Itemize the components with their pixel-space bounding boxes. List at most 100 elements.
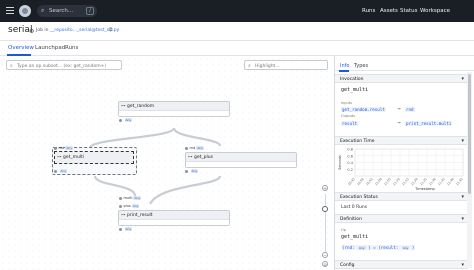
panel-scrollbar[interactable] bbox=[467, 72, 472, 268]
chart-y-tick-label: 0.8 bbox=[347, 148, 353, 152]
output-type-badge: Any bbox=[124, 118, 133, 122]
chart-x-tick-label: 11:15 bbox=[401, 177, 410, 186]
input-port-icon bbox=[119, 196, 122, 200]
op-output-get-multi[interactable]: Any bbox=[54, 169, 68, 174]
tab-overview[interactable]: Overview bbox=[8, 45, 34, 51]
outputs-label: Outputs bbox=[341, 114, 355, 118]
op-node-body bbox=[186, 161, 296, 167]
copy-icon[interactable]: ⧉ bbox=[109, 27, 113, 33]
arrow-right-icon: → bbox=[397, 121, 401, 126]
zoom-out-button[interactable]: − bbox=[322, 252, 328, 258]
chart-x-tick-label: 11:30 bbox=[428, 177, 437, 186]
job-prefix: Job in bbox=[36, 28, 49, 33]
job-icon: ⚙ bbox=[29, 28, 35, 35]
op-node-title: ⊶ get_multi bbox=[57, 155, 85, 160]
zoom-reset-button[interactable]: ⊙ bbox=[322, 261, 328, 267]
nav-link-runs[interactable]: Runs bbox=[362, 8, 375, 14]
output-port-icon bbox=[54, 169, 57, 173]
op-input-get-plus[interactable]: rnd Any bbox=[185, 146, 205, 151]
sidebar-panel: Info Types Invocation ▾ get_multi Inputs… bbox=[334, 56, 474, 270]
chart-x-tick-label: 11:25 bbox=[419, 177, 428, 186]
tab-info[interactable]: Info bbox=[340, 63, 349, 69]
op-graph-canvas[interactable]: ⌕ Type an op subset... (ex: get_random+)… bbox=[0, 56, 332, 270]
chevron-down-icon: ▾ bbox=[461, 138, 464, 144]
input-source-link[interactable]: get_random.result bbox=[341, 107, 386, 112]
section-title: Invocation bbox=[340, 77, 364, 82]
op-subset-filter-input[interactable]: ⌕ Type an op subset... (ex: get_random+) bbox=[6, 60, 122, 70]
active-tab-indicator bbox=[339, 70, 349, 72]
tab-runs[interactable]: Runs bbox=[65, 45, 78, 51]
op-node-title: ⊶ get_plus bbox=[188, 155, 213, 160]
highlight-input[interactable]: ⌕ Highlight... bbox=[244, 60, 328, 70]
menu-icon[interactable] bbox=[6, 7, 14, 14]
output-port-icon bbox=[185, 169, 188, 173]
op-node-get-multi-header[interactable]: ⊶ get_multi bbox=[54, 151, 134, 164]
job-tabs: Overview Launchpad Runs bbox=[0, 41, 474, 56]
section-title: Config bbox=[340, 263, 355, 268]
chevron-down-icon: ▾ bbox=[461, 262, 464, 268]
output-type-badge: Any bbox=[190, 169, 199, 173]
output-name-link[interactable]: result bbox=[341, 121, 359, 126]
section-title: Execution Status bbox=[340, 195, 378, 200]
tab-launchpad[interactable]: Launchpad bbox=[35, 45, 65, 51]
op-input-print-result-plus[interactable]: plus Any bbox=[119, 204, 140, 209]
chart-y-axis-label: Seconds bbox=[338, 155, 342, 170]
search-icon: ⌕ bbox=[10, 63, 13, 69]
input-target-link[interactable]: rnd bbox=[405, 107, 415, 112]
zoom-controls: + − ⊙ bbox=[320, 128, 330, 268]
section-title: Definition bbox=[340, 217, 362, 222]
op-node-get-random[interactable]: ⊶ get_random bbox=[118, 101, 230, 117]
chart-x-tick-label: 11:00 bbox=[374, 177, 383, 186]
op-output-print-result[interactable]: Any bbox=[119, 227, 133, 232]
op-filter-placeholder: Type an op subset... (ex: get_random+) bbox=[17, 63, 107, 69]
scrollbar-thumb[interactable] bbox=[468, 74, 471, 194]
chart-x-tick-label: 11:35 bbox=[437, 177, 446, 186]
chart-x-tick-label: 10:55 bbox=[365, 177, 374, 186]
op-node-title: ⊶ get_random bbox=[121, 104, 155, 109]
zoom-slider-thumb[interactable] bbox=[322, 206, 328, 212]
app-logo[interactable] bbox=[19, 5, 31, 17]
section-execution-status-header[interactable]: Execution Status ▾ bbox=[335, 192, 468, 201]
output-port-icon bbox=[119, 227, 122, 231]
zoom-in-button[interactable]: + bbox=[322, 185, 328, 191]
op-input-print-result-multi[interactable]: multi Any bbox=[119, 196, 142, 201]
input-port-icon bbox=[119, 204, 122, 208]
op-output-get-plus[interactable]: Any bbox=[185, 169, 199, 174]
global-search[interactable]: ⌕ Search... / bbox=[37, 5, 97, 17]
chart-y-tick-label: 0.6 bbox=[347, 154, 353, 158]
nav-link-assets[interactable]: Assets bbox=[380, 8, 398, 14]
chart-x-tick-label: 10:50 bbox=[356, 177, 365, 186]
chart-x-tick-label: 11:10 bbox=[392, 177, 401, 186]
nav-link-workspace[interactable]: Workspace bbox=[420, 8, 450, 14]
chevron-down-icon: ▾ bbox=[461, 216, 464, 222]
op-icon: ⊶ bbox=[188, 155, 193, 160]
chart-x-tick-label: 11:20 bbox=[410, 177, 419, 186]
op-node-get-plus[interactable]: ⊶ get_plus bbox=[185, 152, 297, 168]
section-definition-header[interactable]: Definition ▾ bbox=[335, 214, 468, 223]
chevron-down-icon: ▾ bbox=[461, 76, 464, 82]
op-icon: ⊶ bbox=[121, 104, 126, 109]
section-config-header[interactable]: Config ▾ bbox=[335, 260, 468, 269]
section-invocation-header[interactable]: Invocation ▾ bbox=[335, 74, 468, 83]
chart-x-axis-label: Timestamp bbox=[414, 187, 435, 191]
input-port-icon bbox=[185, 146, 188, 150]
definition-op-name: get_multi bbox=[341, 234, 369, 240]
search-placeholder: Search... bbox=[49, 8, 74, 14]
chart-x-tick-label: 10:45 bbox=[347, 177, 356, 186]
search-shortcut-key: / bbox=[86, 7, 94, 15]
nav-link-status[interactable]: Status bbox=[400, 8, 418, 14]
arrow-right-icon: → bbox=[397, 107, 401, 112]
search-icon: ⌕ bbox=[248, 63, 251, 69]
zoom-slider-track[interactable] bbox=[324, 194, 326, 252]
op-node-print-result[interactable]: ⊶ print_result bbox=[118, 210, 230, 226]
highlight-placeholder: Highlight... bbox=[255, 63, 280, 69]
output-port-icon bbox=[119, 118, 122, 122]
chart-x-tick-label: 11:40 bbox=[446, 177, 455, 186]
tab-types[interactable]: Types bbox=[354, 63, 368, 69]
op-signature: (rnd: Any ) ⇒ (result: Any ) bbox=[341, 245, 416, 250]
input-port-icon bbox=[54, 146, 57, 150]
section-execution-time-header[interactable]: Execution Time ▾ bbox=[335, 136, 468, 145]
op-output-get-random[interactable]: Any bbox=[119, 118, 133, 123]
chevron-down-icon: ▾ bbox=[461, 194, 464, 200]
output-target-link[interactable]: print_result.multi bbox=[405, 121, 453, 126]
